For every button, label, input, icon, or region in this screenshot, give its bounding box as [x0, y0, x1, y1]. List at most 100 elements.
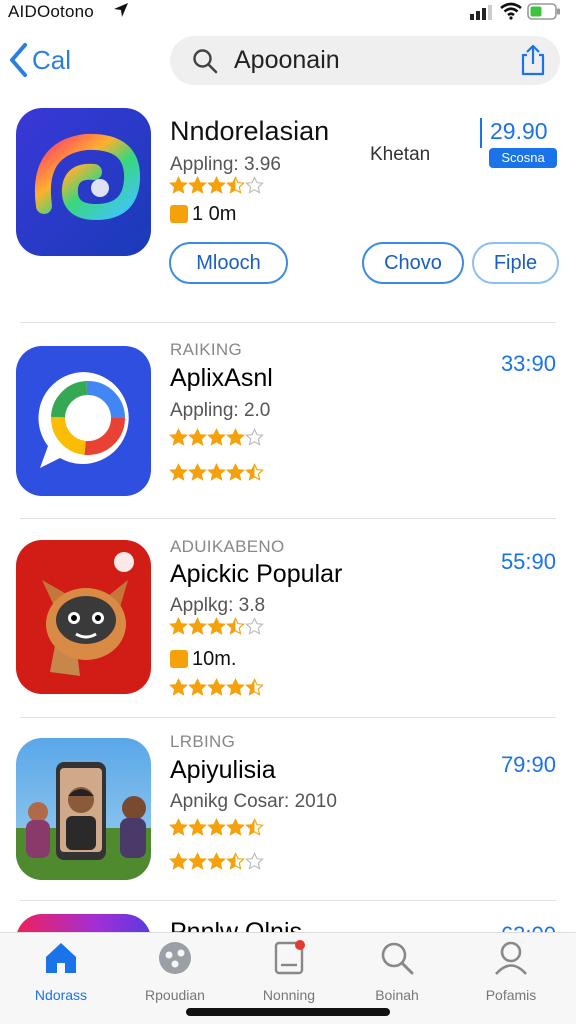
tab-profile[interactable]: Pofamis — [456, 939, 566, 1013]
app-rating-stars-2b — [169, 678, 264, 700]
divider — [20, 717, 556, 718]
app-badge-text-2: 10m. — [192, 648, 237, 670]
tab-label-apps: Rpoudian — [145, 987, 205, 1003]
app-rating-stars-1b — [169, 463, 264, 485]
star-icon — [207, 818, 226, 836]
star-icon — [245, 176, 264, 194]
star-icon — [207, 428, 226, 446]
search-icon — [381, 942, 414, 975]
tab-label-updates: Nonning — [262, 987, 316, 1003]
tab-label-search: Boinah — [375, 987, 419, 1003]
star-icon — [169, 463, 188, 481]
star-icon — [245, 678, 264, 696]
app-title-3[interactable]: Apiyulisia — [170, 756, 276, 785]
featured-app-subtitle: Appling: 3.96 — [170, 154, 281, 175]
featured-app-title[interactable]: Nndorelasian — [170, 116, 329, 147]
app-category-1: RAIKING — [170, 340, 243, 359]
app-rating-stars-2 — [169, 617, 264, 639]
star-icon — [169, 818, 188, 836]
featured-action-button-2[interactable]: Chovo — [362, 242, 464, 284]
featured-rating-stars — [169, 176, 264, 198]
featured-badge-text: 1 0m — [192, 203, 237, 225]
app-title-1[interactable]: AplixAsnl — [170, 364, 273, 393]
updates-icon — [274, 940, 305, 975]
featured-action-button-1[interactable]: Mlooch — [169, 242, 288, 284]
featured-app-icon[interactable] — [16, 108, 151, 256]
star-icon — [226, 852, 245, 870]
star-icon — [188, 852, 207, 870]
app-price-2[interactable]: 55:90 — [501, 549, 556, 575]
raccoon-mascot-icon — [16, 540, 151, 694]
star-icon — [188, 678, 207, 696]
featured-rank-label: Khetan — [370, 144, 431, 165]
app-icon-2[interactable] — [16, 540, 151, 694]
share-icon[interactable] — [518, 44, 548, 76]
app-subtitle-2: Applkg: 3.8 — [170, 595, 266, 616]
featured-action-button-3[interactable]: Fiple — [472, 242, 559, 284]
star-icon — [169, 428, 188, 446]
signal-icon — [470, 5, 492, 20]
star-icon — [245, 852, 264, 870]
app-price-1[interactable]: 33:90 — [501, 351, 556, 377]
star-icon — [245, 428, 264, 446]
star-icon — [207, 852, 226, 870]
divider — [20, 900, 556, 901]
star-icon — [207, 463, 226, 481]
star-icon — [188, 617, 207, 635]
app-category-3: LRBING — [170, 732, 236, 751]
star-icon — [226, 176, 245, 194]
tab-updates[interactable]: Nonning — [234, 939, 344, 1013]
swirl-logo-icon — [16, 108, 151, 256]
profile-icon — [495, 941, 527, 975]
star-icon — [207, 617, 226, 635]
video-call-scene-icon — [16, 738, 151, 880]
star-icon — [207, 678, 226, 696]
app-rating-stars-1 — [169, 428, 264, 450]
tab-home[interactable]: Ndorass — [6, 939, 116, 1013]
back-button[interactable]: Cal — [8, 40, 71, 80]
star-icon — [169, 176, 188, 194]
app-icon-3[interactable] — [16, 738, 151, 880]
home-icon — [46, 943, 76, 973]
wifi-icon — [500, 2, 522, 20]
apps-icon — [159, 942, 191, 974]
star-icon — [188, 463, 207, 481]
star-icon — [245, 818, 264, 836]
download-badge-icon — [170, 205, 188, 223]
app-rating-stars-3 — [169, 818, 264, 840]
app-category-2: ADUIKABENO — [170, 537, 285, 556]
divider — [20, 322, 556, 323]
back-label: Cal — [32, 44, 72, 75]
search-input[interactable] — [234, 42, 504, 78]
star-icon — [226, 617, 245, 635]
search-bar[interactable] — [170, 36, 560, 85]
app-title-2[interactable]: Apickic Popular — [170, 560, 342, 589]
app-price-3[interactable]: 79:90 — [501, 752, 556, 778]
star-icon — [226, 818, 245, 836]
tab-search[interactable]: Boinah — [342, 939, 452, 1013]
location-arrow-icon — [114, 3, 128, 17]
tab-label-profile: Pofamis — [485, 987, 537, 1003]
star-icon — [226, 678, 245, 696]
divider — [20, 518, 556, 519]
star-icon — [188, 176, 207, 194]
tab-label-home: Ndorass — [34, 987, 88, 1003]
app-subtitle-3: Apnikg Cosar: 2010 — [170, 791, 337, 812]
chat-bubble-logo-icon — [16, 346, 151, 496]
featured-price[interactable]: 29.90 — [480, 118, 548, 148]
tab-apps[interactable]: Rpoudian — [120, 939, 230, 1013]
star-icon — [169, 852, 188, 870]
home-indicator — [186, 1008, 390, 1016]
status-bar: AIDOotono — [0, 0, 576, 26]
download-badge-icon — [170, 650, 188, 668]
chevron-left-icon — [10, 43, 27, 77]
star-icon — [188, 818, 207, 836]
star-icon — [226, 463, 245, 481]
star-icon — [169, 617, 188, 635]
app-subtitle-1: Appling: 2.0 — [170, 400, 271, 421]
carrier-label: AIDOotono — [8, 2, 94, 21]
star-icon — [207, 176, 226, 194]
app-icon-1[interactable] — [16, 346, 151, 496]
battery-icon — [527, 3, 560, 20]
star-icon — [169, 678, 188, 696]
